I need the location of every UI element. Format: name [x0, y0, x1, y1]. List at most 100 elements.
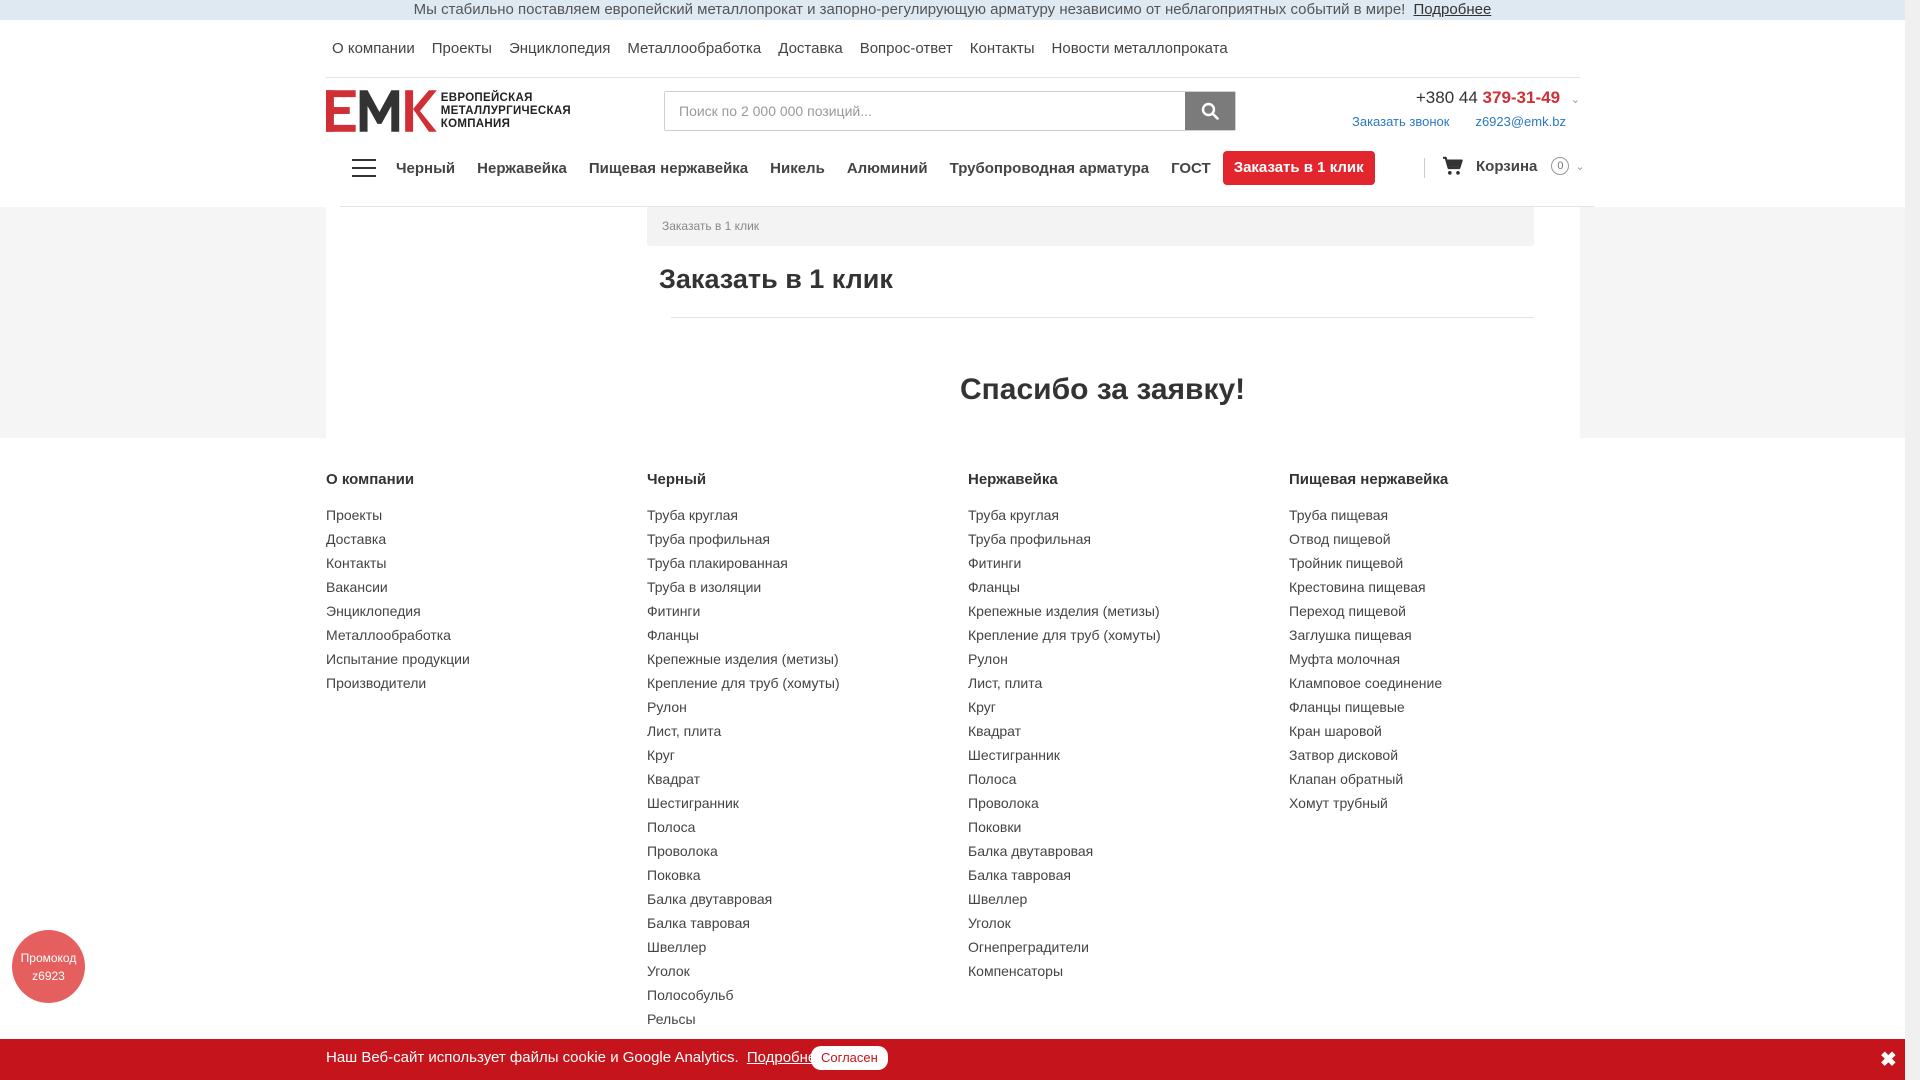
footer-link[interactable]: Фитинги: [647, 599, 840, 623]
footer-link[interactable]: Крепежные изделия (метизы): [968, 599, 1161, 623]
footer-link[interactable]: Проволока: [968, 791, 1161, 815]
footer-link[interactable]: Лист, плита: [647, 719, 840, 743]
footer-link[interactable]: Уголок: [647, 959, 840, 983]
footer-link[interactable]: Рулон: [647, 695, 840, 719]
footer-link[interactable]: Шестигранник: [968, 743, 1161, 767]
category-pipe-fittings[interactable]: Трубопроводная арматура: [950, 160, 1149, 177]
footer-link[interactable]: Фланцы: [968, 575, 1161, 599]
footer-link[interactable]: Фитинги: [968, 551, 1161, 575]
footer-link[interactable]: Проекты: [326, 503, 470, 527]
order-one-click-button[interactable]: Заказать в 1 клик: [1222, 151, 1375, 185]
topnav-encyclopedia[interactable]: Энциклопедия: [503, 38, 621, 60]
logo[interactable]: ЕВРОПЕЙСКАЯ МЕТАЛЛУРГИЧЕСКАЯ КОМПАНИЯ: [326, 90, 571, 132]
footer-link[interactable]: Кламповое соединение: [1289, 671, 1448, 695]
footer-link[interactable]: Клапан обратный: [1289, 767, 1448, 791]
email-link[interactable]: z6923@emk.bz: [1475, 114, 1566, 129]
close-icon[interactable]: ✖: [1880, 1047, 1897, 1072]
topnav-projects[interactable]: Проекты: [426, 38, 503, 60]
category-gost[interactable]: ГОСТ: [1171, 160, 1211, 177]
footer-link[interactable]: Компенсаторы: [968, 959, 1161, 983]
footer-column-title[interactable]: Пищевая нержавейка: [1289, 471, 1448, 488]
footer-link[interactable]: Труба профильная: [968, 527, 1161, 551]
footer-link[interactable]: Энциклопедия: [326, 599, 470, 623]
footer-link[interactable]: Балка двутавровая: [968, 839, 1161, 863]
footer-link[interactable]: Балка тавровая: [968, 863, 1161, 887]
footer-link[interactable]: Полоса: [968, 767, 1161, 791]
scrollbar[interactable]: [1905, 0, 1920, 1080]
footer-link[interactable]: Крестовина пищевая: [1289, 575, 1448, 599]
chevron-down-icon[interactable]: ⌄: [1575, 160, 1584, 173]
footer-link[interactable]: Контакты: [326, 551, 470, 575]
footer-link[interactable]: Металлообработка: [326, 623, 470, 647]
topnav-about[interactable]: О компании: [326, 38, 426, 60]
search-bar: [664, 91, 1236, 131]
footer-link[interactable]: Квадрат: [647, 767, 840, 791]
footer-link[interactable]: Полоса: [647, 815, 840, 839]
menu-icon[interactable]: [352, 159, 376, 177]
footer-link[interactable]: Уголок: [968, 911, 1161, 935]
category-stainless[interactable]: Нержавейка: [477, 160, 567, 177]
footer-link[interactable]: Труба круглая: [647, 503, 840, 527]
promo-code-badge[interactable]: Промокод z6923: [12, 930, 85, 1003]
footer-link[interactable]: Труба профильная: [647, 527, 840, 551]
footer-link[interactable]: Муфта молочная: [1289, 647, 1448, 671]
cart-button[interactable]: Корзина 0 ⌄: [1442, 156, 1585, 176]
footer-link[interactable]: Шестигранник: [647, 791, 840, 815]
footer-link[interactable]: Труба плакированная: [647, 551, 840, 575]
footer-link[interactable]: Заглушка пищевая: [1289, 623, 1448, 647]
footer-link[interactable]: Труба пищевая: [1289, 503, 1448, 527]
footer-link[interactable]: Балка двутавровая: [647, 887, 840, 911]
footer-link[interactable]: Крепление для труб (хомуты): [968, 623, 1161, 647]
footer-link[interactable]: Фланцы: [647, 623, 840, 647]
footer-link[interactable]: Поковка: [647, 863, 840, 887]
footer-link[interactable]: Круг: [647, 743, 840, 767]
footer-link[interactable]: Испытание продукции: [326, 647, 470, 671]
footer-link[interactable]: Фланцы пищевые: [1289, 695, 1448, 719]
category-nickel[interactable]: Никель: [770, 160, 825, 177]
footer-link[interactable]: Переход пищевой: [1289, 599, 1448, 623]
footer-link[interactable]: Отвод пищевой: [1289, 527, 1448, 551]
topnav-news[interactable]: Новости металлопроката: [1046, 38, 1239, 60]
cookie-agree-button[interactable]: Согласен: [811, 1046, 888, 1070]
footer-link[interactable]: Крепежные изделия (метизы): [647, 647, 840, 671]
phone-number[interactable]: +380 44 379-31-49 ⌄: [1416, 88, 1580, 108]
footer-link[interactable]: Тройник пищевой: [1289, 551, 1448, 575]
topnav-delivery[interactable]: Доставка: [772, 38, 853, 60]
topnav-faq[interactable]: Вопрос-ответ: [854, 38, 964, 60]
footer-column-title[interactable]: О компании: [326, 471, 470, 488]
topnav-metalworking[interactable]: Металлообработка: [621, 38, 772, 60]
footer-link[interactable]: Рельсы: [647, 1007, 840, 1031]
footer-link[interactable]: Хомут трубный: [1289, 791, 1448, 815]
footer-link[interactable]: Поковки: [968, 815, 1161, 839]
callback-link[interactable]: Заказать звонок: [1352, 114, 1449, 129]
footer-column-title[interactable]: Черный: [647, 471, 840, 488]
footer-link[interactable]: Производители: [326, 671, 470, 695]
search-button[interactable]: [1185, 92, 1235, 130]
footer-link[interactable]: Огнепреградители: [968, 935, 1161, 959]
footer-link[interactable]: Затвор дисковой: [1289, 743, 1448, 767]
footer-link[interactable]: Балка тавровая: [647, 911, 840, 935]
footer-link[interactable]: Доставка: [326, 527, 470, 551]
footer-link[interactable]: Вакансии: [326, 575, 470, 599]
notice-more-link[interactable]: Подробнее: [1414, 1, 1492, 18]
footer-link[interactable]: Швеллер: [647, 935, 840, 959]
footer-link[interactable]: Квадрат: [968, 719, 1161, 743]
footer-column-title[interactable]: Нержавейка: [968, 471, 1161, 488]
footer-link[interactable]: Труба круглая: [968, 503, 1161, 527]
search-input[interactable]: [665, 92, 1185, 130]
footer-link[interactable]: Проволока: [647, 839, 840, 863]
footer-link[interactable]: Труба в изоляции: [647, 575, 840, 599]
footer-link[interactable]: Лист, плита: [968, 671, 1161, 695]
topnav-contacts[interactable]: Контакты: [964, 38, 1046, 60]
footer-link[interactable]: Крепление для труб (хомуты): [647, 671, 840, 695]
category-black[interactable]: Черный: [396, 160, 455, 177]
footer-link-list: Труба круглая Труба профильная Фитинги Флан…: [968, 503, 1161, 983]
footer-link[interactable]: Кран шаровой: [1289, 719, 1448, 743]
footer-link[interactable]: Полособульб: [647, 983, 840, 1007]
footer-link[interactable]: Рулон: [968, 647, 1161, 671]
category-food-stainless[interactable]: Пищевая нержавейка: [589, 160, 748, 177]
category-aluminum[interactable]: Алюминий: [847, 160, 928, 177]
chevron-down-icon[interactable]: ⌄: [1571, 94, 1580, 106]
footer-link[interactable]: Швеллер: [968, 887, 1161, 911]
footer-link[interactable]: Круг: [968, 695, 1161, 719]
